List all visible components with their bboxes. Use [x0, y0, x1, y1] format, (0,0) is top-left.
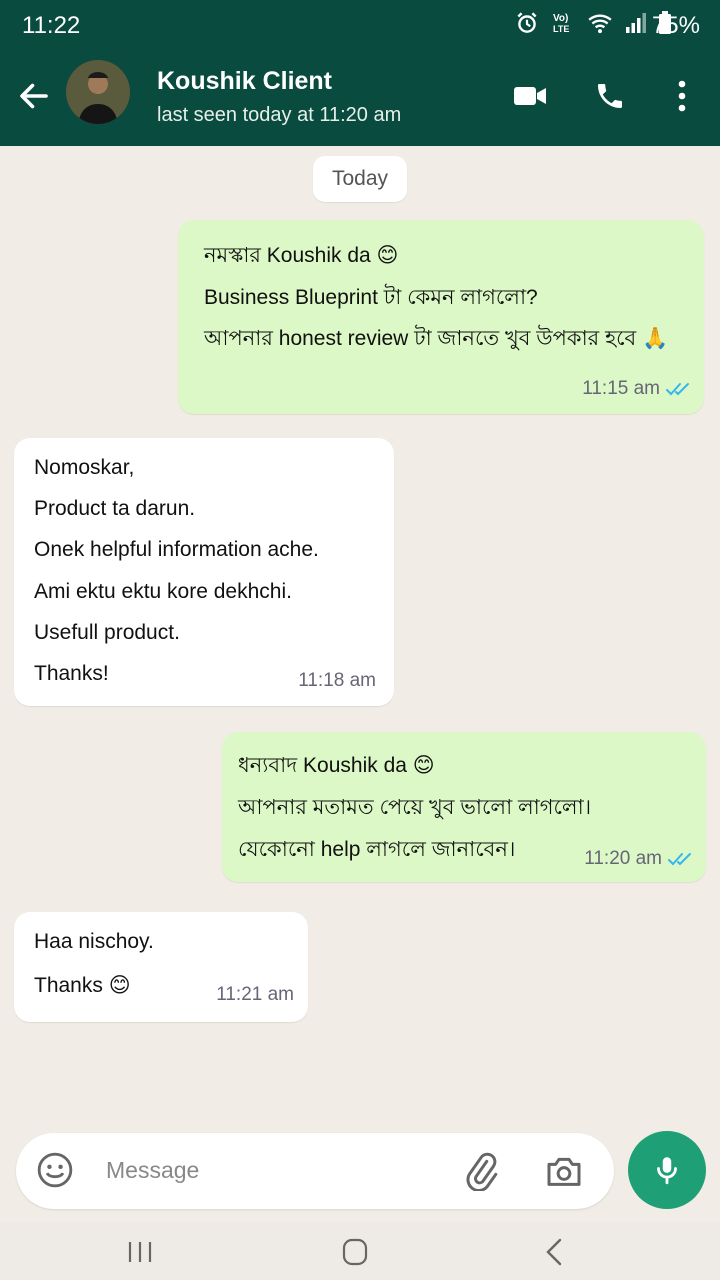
contact-name[interactable]: Koushik Client: [157, 67, 332, 96]
voice-call-button[interactable]: [590, 76, 630, 116]
message-bubble-incoming[interactable]: Haa nischoy. Thanks 😊 11:21 am: [14, 912, 308, 1022]
message-line: যেকোনো help লাগলে জানাবেন।: [238, 838, 516, 861]
message-input[interactable]: Message: [106, 1157, 199, 1184]
battery-percent: 75%: [651, 12, 700, 39]
back-arrow-icon[interactable]: [16, 78, 52, 114]
volte-icon: Vo)LTE: [553, 13, 569, 34]
message-meta: 11:15 am: [582, 378, 692, 400]
recent-apps-icon[interactable]: [122, 1236, 158, 1268]
phone-icon: [598, 84, 622, 108]
message-bubble-outgoing[interactable]: নমস্কার Koushik da 😊 Business Blueprint …: [178, 220, 704, 414]
message-line: Business Blueprint টা কেমন লাগলো?: [204, 286, 538, 309]
message-line: Product ta darun.: [34, 497, 196, 520]
svg-text:Vo): Vo): [553, 13, 568, 24]
message-line: Onek helpful information ache.: [34, 538, 319, 561]
attach-icon[interactable]: [460, 1151, 500, 1191]
signal-icon: [626, 13, 646, 33]
message-time: 11:20 am: [584, 848, 662, 869]
wifi-icon: [588, 14, 612, 34]
back-nav-icon[interactable]: [538, 1236, 574, 1268]
camera-icon[interactable]: [544, 1151, 584, 1191]
message-line: Ami ektu ektu kore dekhchi.: [34, 580, 292, 603]
message-line: Haa nischoy.: [34, 930, 154, 953]
message-bubble-incoming[interactable]: Nomoskar, Product ta darun. Onek helpful…: [14, 438, 394, 706]
status-time: 11:22: [22, 12, 81, 39]
chat-area[interactable]: Today নমস্কার Koushik da 😊 Business Blue…: [0, 146, 720, 1130]
message-time: 11:18 am: [298, 670, 376, 691]
alarm-icon: [517, 12, 537, 33]
status-bar: 11:22 Vo) LTE 75%: [0, 0, 720, 52]
message-line: আপনার honest review টা জানতে খুব উপকার হ…: [204, 327, 669, 350]
message-line: Thanks!: [34, 662, 109, 685]
home-icon[interactable]: [337, 1236, 373, 1268]
message-line: নমস্কার Koushik da 😊: [204, 244, 399, 267]
double-check-icon: [668, 853, 691, 866]
voice-message-button[interactable]: [628, 1131, 706, 1209]
video-camera-icon: [514, 87, 546, 105]
message-line: ধন্যবাদ Koushik da 😊: [238, 754, 435, 777]
message-input-bar: Message: [16, 1133, 614, 1209]
date-divider: Today: [313, 156, 407, 202]
last-seen-status: last seen today at 11:20 am: [157, 104, 402, 126]
message-line: Nomoskar,: [34, 456, 135, 479]
message-meta: 11:21 am: [216, 984, 294, 1006]
status-icons: Vo) LTE: [514, 10, 672, 36]
message-meta: 11:20 am: [584, 848, 694, 870]
message-line: Thanks 😊: [34, 974, 131, 997]
message-time: 11:21 am: [216, 984, 294, 1005]
system-navigation-bar: [0, 1222, 720, 1280]
microphone-icon: [657, 1157, 677, 1185]
more-vertical-icon: [678, 80, 686, 112]
message-meta: 11:18 am: [298, 670, 376, 692]
chat-header: Koushik Client last seen today at 11:20 …: [0, 52, 720, 146]
message-line: Usefull product.: [34, 621, 180, 644]
message-time: 11:15 am: [582, 378, 660, 399]
svg-text:LTE: LTE: [553, 24, 569, 34]
message-bubble-outgoing[interactable]: ধন্যবাদ Koushik da 😊 আপনার মতামত পেয়ে খ…: [222, 732, 706, 882]
video-call-button[interactable]: [510, 76, 550, 116]
more-options-button[interactable]: [662, 76, 702, 116]
contact-avatar[interactable]: [66, 60, 130, 124]
emoji-icon[interactable]: [36, 1151, 74, 1189]
double-check-icon: [666, 383, 689, 396]
message-line: আপনার মতামত পেয়ে খুব ভালো লাগলো।: [238, 796, 592, 819]
